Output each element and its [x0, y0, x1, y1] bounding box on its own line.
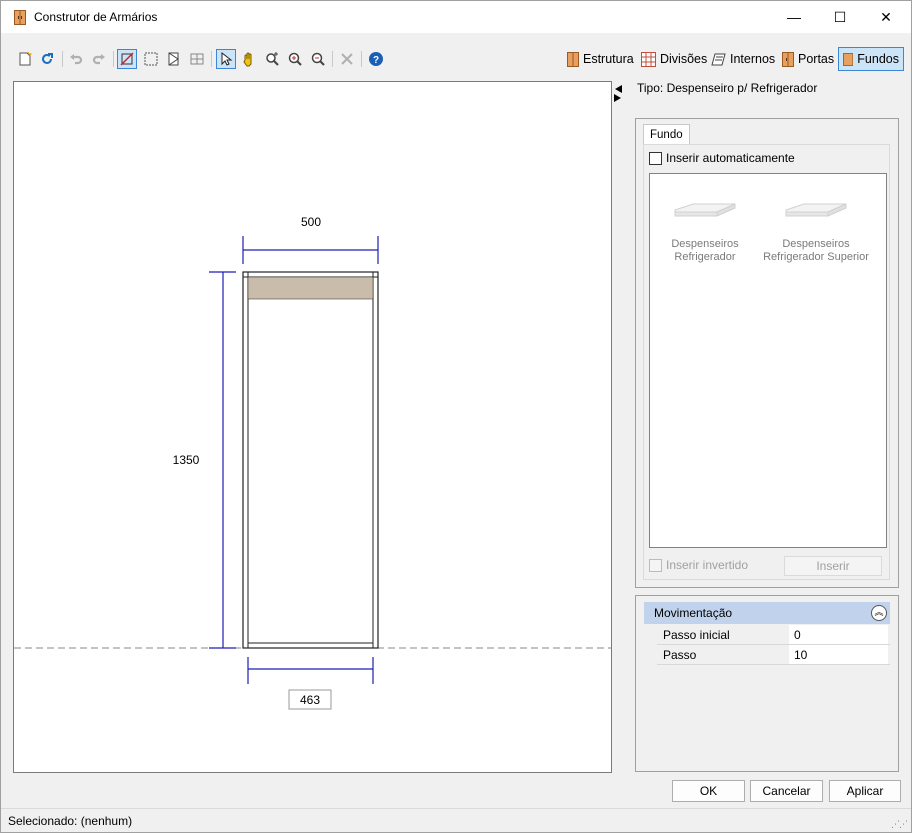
- invert-row[interactable]: Inserir invertido: [649, 558, 748, 572]
- title-bar: Construtor de Armários — ☐ ✕: [1, 1, 911, 33]
- apply-button[interactable]: Aplicar: [829, 780, 901, 802]
- status-bar: Selecionado: (nenhum) ⋰⋰: [1, 808, 911, 832]
- redo-icon[interactable]: [89, 49, 109, 69]
- table-icon[interactable]: [187, 49, 207, 69]
- window-title: Construtor de Armários: [34, 10, 158, 24]
- width-dimension-label: 500: [301, 215, 321, 229]
- zoom-in-icon[interactable]: [285, 49, 305, 69]
- property-row: Passo 10: [657, 645, 890, 665]
- invert-label: Inserir invertido: [666, 558, 749, 572]
- movimentacao-title: Movimentação: [654, 606, 733, 620]
- pan-hand-icon[interactable]: [239, 49, 259, 69]
- mode-label: Fundos: [857, 52, 899, 66]
- list-item[interactable]: Despenseiros Refrigerador: [650, 200, 760, 264]
- shelf-thumbnail-icon: [785, 203, 847, 217]
- item-line1: Despenseiros: [782, 238, 850, 250]
- fundo-tab-panel: Inserir automaticamente Despenseiros Ref…: [643, 144, 890, 580]
- item-line2: Refrigerador Superior: [763, 251, 869, 263]
- maximize-button[interactable]: ☐: [817, 1, 863, 33]
- insert-button[interactable]: Inserir: [784, 556, 882, 576]
- toolbar: ? Estrutura Divisões Internos Portas Fun…: [1, 45, 911, 73]
- door-icon: [782, 51, 794, 67]
- mode-portas-button[interactable]: Portas: [782, 47, 834, 71]
- fundo-group: Fundo Inserir automaticamente Despenseir…: [635, 118, 899, 588]
- select-area-icon[interactable]: [141, 49, 161, 69]
- mode-label: Portas: [798, 52, 835, 66]
- back-panel-icon: [843, 52, 854, 66]
- back-panel-shape: [247, 276, 374, 300]
- invert-checkbox[interactable]: [649, 558, 662, 572]
- passo-field[interactable]: 10: [789, 645, 888, 664]
- mode-estrutura-button[interactable]: Estrutura: [567, 47, 634, 71]
- collapse-icon[interactable]: ︽: [871, 605, 887, 621]
- auto-insert-checkbox[interactable]: [649, 151, 662, 165]
- property-name: Passo inicial: [663, 628, 730, 642]
- mode-label: Divisões: [660, 52, 708, 66]
- shelf-thumbnail-icon: [674, 203, 736, 217]
- cabinet-builder-window: Construtor de Armários — ☐ ✕ ? Estrutura…: [0, 0, 912, 833]
- bottom-dimension-label: 463: [300, 693, 320, 707]
- mode-internos-button[interactable]: Internos: [711, 47, 775, 71]
- list-item[interactable]: Despenseiros Refrigerador Superior: [756, 200, 876, 264]
- snap-icon[interactable]: [117, 49, 137, 69]
- delete-icon[interactable]: [337, 49, 357, 69]
- passo-inicial-field[interactable]: 0: [789, 625, 888, 644]
- auto-insert-row[interactable]: Inserir automaticamente: [649, 151, 795, 165]
- help-icon[interactable]: ?: [366, 49, 386, 69]
- cancel-button[interactable]: Cancelar: [750, 780, 823, 802]
- pointer-icon[interactable]: [216, 49, 236, 69]
- svg-text:?: ?: [373, 55, 379, 66]
- mode-divisoes-button[interactable]: Divisões: [641, 47, 707, 71]
- mode-label: Internos: [730, 52, 776, 66]
- tipo-label: Tipo: Despenseiro p/ Refrigerador: [637, 81, 818, 95]
- cabinet-drawing: 500 1350 463: [14, 215, 611, 710]
- refresh-icon[interactable]: [37, 49, 57, 69]
- selection-status: Selecionado: (nenhum): [8, 814, 133, 828]
- mode-label: Estrutura: [583, 52, 634, 66]
- property-name: Passo: [663, 648, 697, 662]
- height-dimension-label: 1350: [173, 453, 200, 467]
- shelf-icon: [711, 53, 726, 65]
- undo-icon[interactable]: [66, 49, 86, 69]
- zoom-out-icon[interactable]: [308, 49, 328, 69]
- property-row: Passo inicial 0: [657, 625, 890, 645]
- movimentacao-group: Movimentação ︽ Passo inicial 0 Passo 10: [635, 595, 899, 772]
- minimize-button[interactable]: —: [771, 1, 817, 33]
- mode-fundos-button[interactable]: Fundos: [838, 47, 904, 71]
- auto-insert-label: Inserir automaticamente: [666, 151, 795, 165]
- grid-icon: [641, 51, 656, 67]
- collapse-arrows-icon[interactable]: [613, 84, 623, 102]
- drawing-canvas[interactable]: 500 1350 463: [13, 81, 612, 773]
- close-button[interactable]: ✕: [863, 1, 909, 33]
- item-line2: Refrigerador: [674, 251, 736, 263]
- ok-button[interactable]: OK: [672, 780, 745, 802]
- item-line1: Despenseiros: [671, 238, 739, 250]
- back-panel-list[interactable]: Despenseiros Refrigerador Despenseiros R…: [649, 173, 887, 548]
- door-toggle-icon[interactable]: [164, 49, 184, 69]
- cabinet-body: [242, 271, 379, 649]
- cabinet-icon: [567, 51, 579, 67]
- new-icon[interactable]: [15, 49, 35, 69]
- resize-grip-icon[interactable]: ⋰⋰: [891, 819, 908, 830]
- movimentacao-header[interactable]: Movimentação ︽: [644, 602, 890, 624]
- cabinet-app-icon: [14, 10, 26, 25]
- zoom-fit-icon[interactable]: [262, 49, 282, 69]
- tab-fundo[interactable]: Fundo: [643, 124, 690, 145]
